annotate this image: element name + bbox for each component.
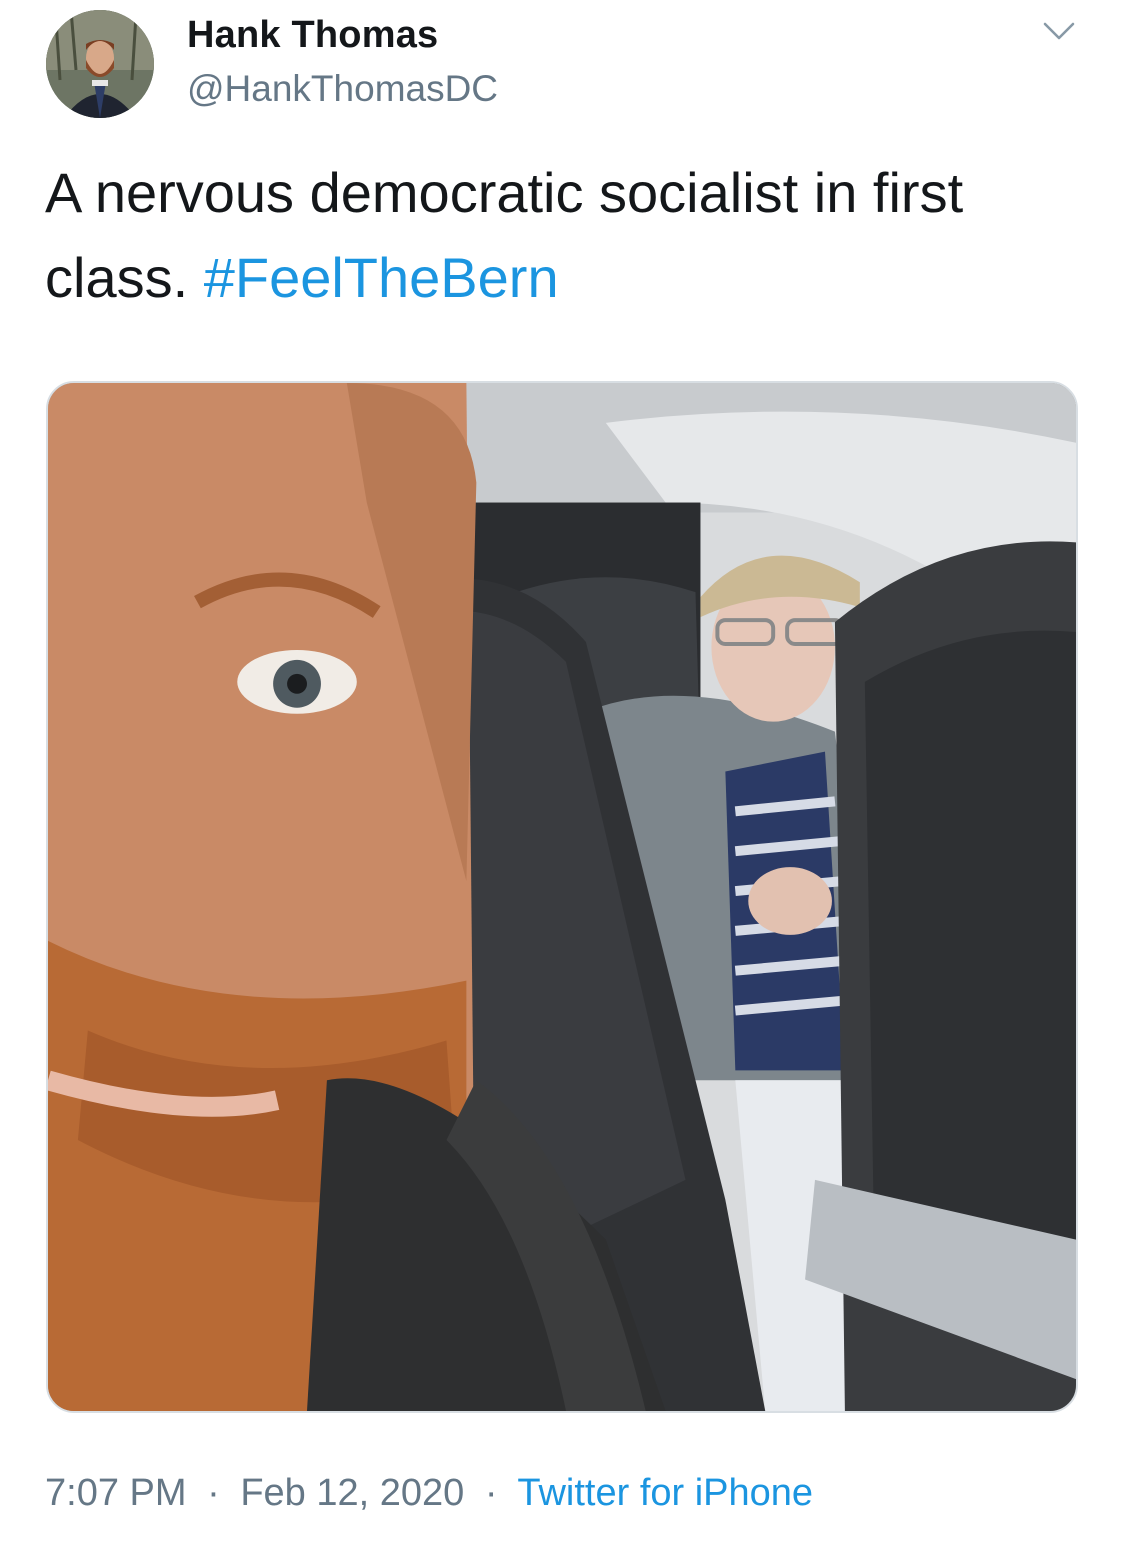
tweet-source-link[interactable]: Twitter for iPhone: [517, 1472, 813, 1514]
hashtag-link[interactable]: #FeelTheBern: [204, 246, 559, 309]
author-handle[interactable]: @HankThomasDC: [187, 68, 498, 110]
meta-separator: ·: [207, 1472, 220, 1514]
chevron-down-icon[interactable]: [1042, 18, 1076, 44]
photo-image: [48, 383, 1076, 1411]
author-avatar[interactable]: [46, 10, 154, 118]
tweet: Hank Thomas @HankThomasDC A nervous demo…: [0, 0, 1125, 1552]
tweet-date[interactable]: Feb 12, 2020: [240, 1472, 464, 1514]
author-display-name[interactable]: Hank Thomas: [187, 14, 438, 57]
meta-separator: ·: [484, 1472, 498, 1514]
tweet-time: 7:07 PM: [45, 1472, 187, 1514]
tweet-photo[interactable]: [46, 381, 1078, 1413]
avatar-image: [46, 10, 154, 118]
tweet-meta: 7:07 PM · Feb 12, 2020 · Twitter for iPh…: [45, 1472, 813, 1515]
tweet-text: A nervous democratic socialist in first …: [45, 150, 1085, 320]
